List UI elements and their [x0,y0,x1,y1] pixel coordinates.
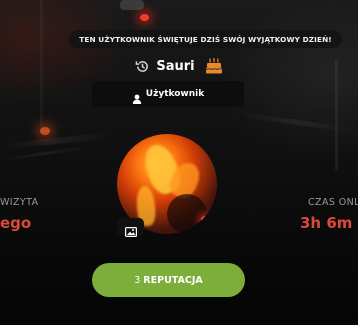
cake-icon [205,57,223,75]
visit-label: WIZYTA [0,197,39,208]
username: Sauri [156,58,195,74]
reputation-label: REPUTACJA [143,274,203,286]
history-icon[interactable] [135,59,150,74]
change-avatar-button[interactable] [117,218,144,238]
visit-value: ego [0,214,32,232]
username-row: Sauri [0,56,358,76]
online-time-value: 3h 6m 4 [300,214,358,232]
role-badge: Użytkownik [92,81,244,107]
birthday-banner: TEN UŻYTKOWNIK ŚWIĘTUJE DZIŚ SWÓJ WYJĄTK… [69,30,342,48]
reputation-button[interactable]: 3 REPUTACJA [92,263,245,297]
image-icon [124,222,137,238]
reputation-count: 3 [134,274,141,286]
role-label: Użytkownik [145,89,205,99]
online-time-label: CZAS ONL [308,197,358,208]
user-icon [132,89,142,104]
